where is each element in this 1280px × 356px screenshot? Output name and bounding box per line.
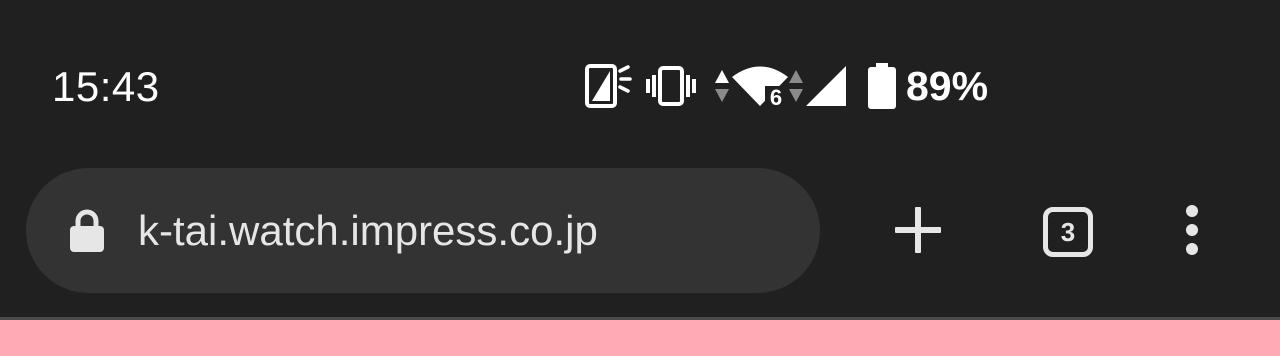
more-menu-button[interactable] bbox=[1144, 184, 1240, 280]
url-text[interactable]: k-tai.watch.impress.co.jp bbox=[138, 206, 598, 256]
status-clock: 15:43 bbox=[52, 63, 160, 110]
address-bar[interactable]: k-tai.watch.impress.co.jp bbox=[26, 168, 820, 293]
status-bar: 15:43 6 89% bbox=[0, 0, 1280, 150]
tab-switcher-button[interactable]: 3 bbox=[1020, 184, 1116, 280]
tab-count: 3 bbox=[1060, 217, 1076, 247]
browser-screen: 15:43 6 89% k-tai.watch.impress.co.jp 3 bbox=[0, 0, 1280, 356]
tab-count-box: 3 bbox=[1043, 207, 1093, 257]
new-tab-button[interactable] bbox=[870, 184, 966, 280]
wifi-icon: 6 bbox=[732, 64, 788, 108]
browser-toolbar: k-tai.watch.impress.co.jp 3 bbox=[0, 150, 1280, 318]
status-icons: 6 89% bbox=[584, 60, 988, 112]
auto-rotate-icon bbox=[584, 63, 632, 109]
wifi-badge-label: 6 bbox=[770, 85, 782, 108]
mobile-data-activity-icon bbox=[788, 68, 804, 104]
more-vertical-icon bbox=[1185, 204, 1199, 261]
wifi-data-activity-icon bbox=[714, 68, 730, 104]
cell-signal-icon bbox=[806, 66, 846, 106]
vibrate-icon bbox=[646, 66, 696, 106]
lock-icon[interactable] bbox=[70, 208, 104, 257]
plus-icon bbox=[893, 205, 943, 260]
page-content-area bbox=[0, 320, 1280, 356]
battery-icon bbox=[868, 63, 896, 109]
battery-percent: 89% bbox=[906, 63, 989, 109]
